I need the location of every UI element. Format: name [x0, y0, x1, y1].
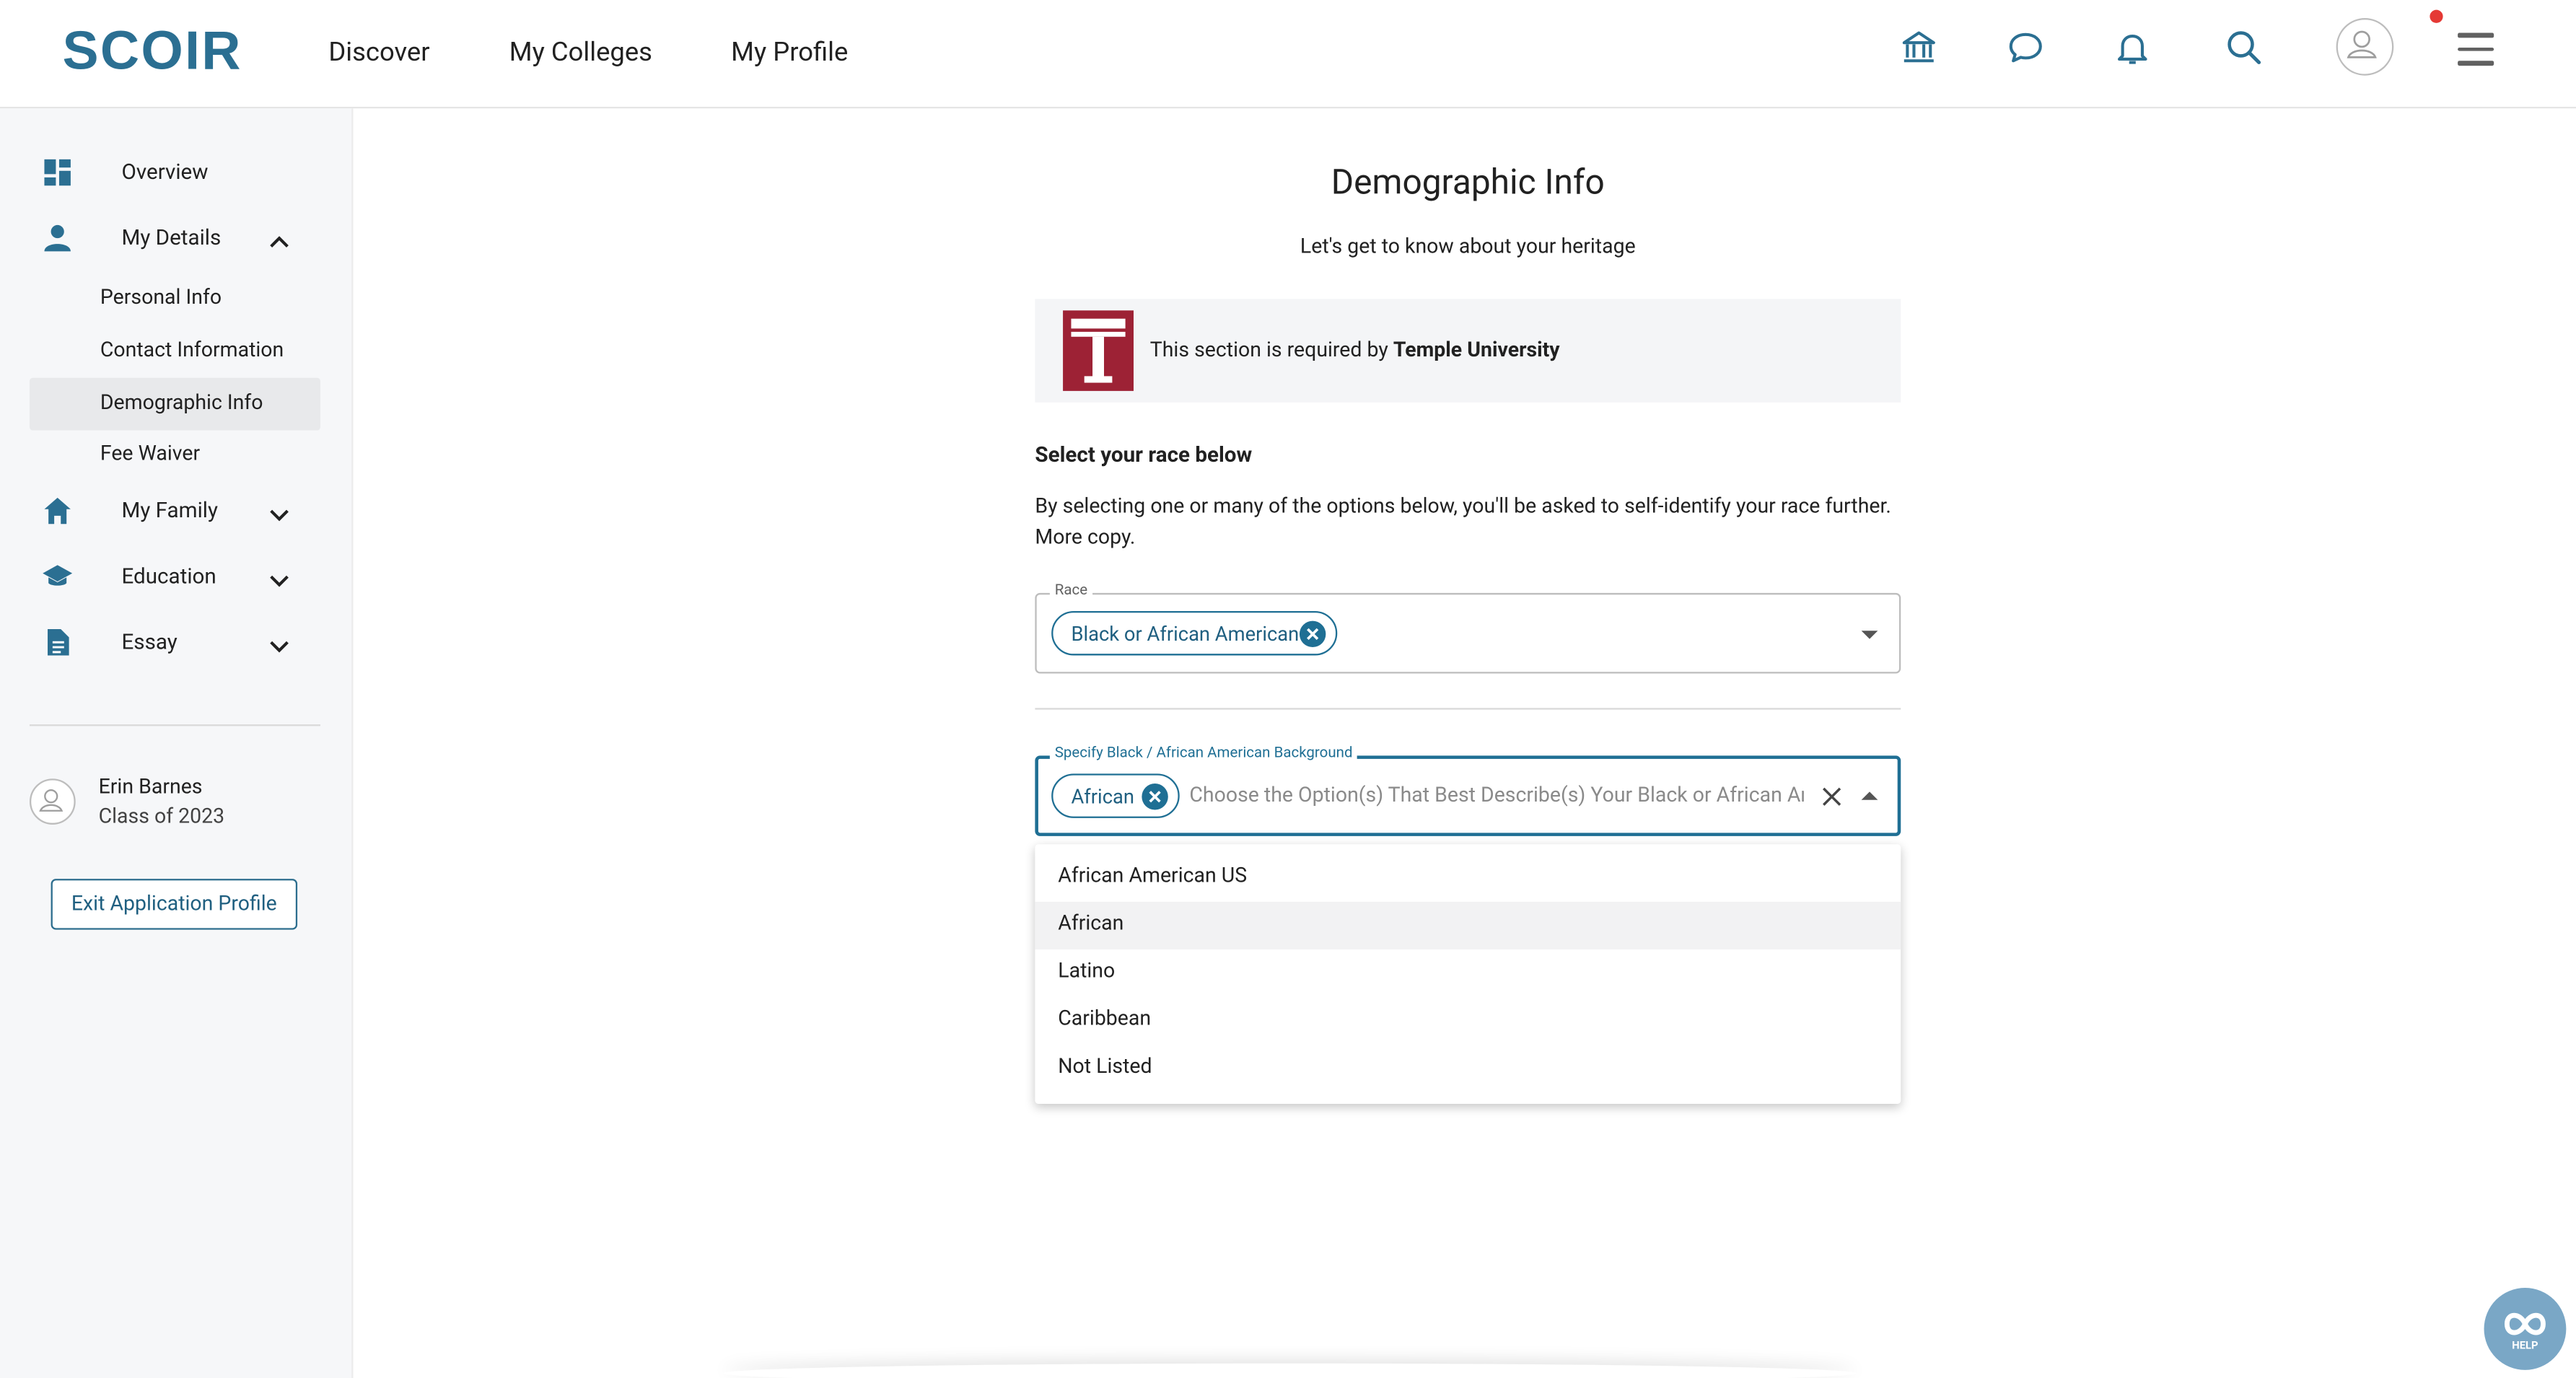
nav-my-profile[interactable]: My Profile: [731, 36, 848, 67]
temple-university-logo: [1063, 310, 1134, 391]
subitem-label: Fee Waiver: [100, 442, 201, 467]
clear-icon[interactable]: [1821, 785, 1844, 808]
option-not-listed[interactable]: Not Listed: [1035, 1045, 1901, 1092]
option-label: Not Listed: [1058, 1054, 1152, 1079]
home-icon: [44, 497, 71, 525]
requirement-text: This section is required by Temple Unive…: [1150, 338, 1560, 363]
nav-discover[interactable]: Discover: [328, 36, 429, 67]
person-icon: [44, 224, 71, 252]
user-class-year: Class of 2023: [98, 804, 225, 830]
bell-icon[interactable]: [2113, 28, 2152, 68]
institution-icon[interactable]: [1899, 28, 1939, 68]
sidebar: Overview My Details Personal Info Contac…: [0, 108, 354, 1378]
requirement-university: Temple University: [1393, 338, 1560, 364]
sidebar-item-label: My Family: [121, 499, 218, 525]
sidebar-item-my-family[interactable]: My Family: [0, 483, 354, 542]
notification-dot: [2430, 9, 2443, 23]
sidebar-item-label: Overview: [121, 161, 209, 186]
chip-label: African: [1071, 785, 1134, 809]
section-heading: Select your race below: [1035, 443, 1253, 468]
page-subtitle: Let's get to know about your heritage: [1300, 234, 1636, 260]
avatar-icon: [2347, 30, 2377, 58]
option-african[interactable]: African: [1035, 901, 1901, 949]
user-avatar: [29, 778, 76, 825]
user-name: Erin Barnes: [98, 775, 203, 800]
option-caribbean[interactable]: Caribbean: [1035, 997, 1901, 1045]
sidebar-subitem-contact-information[interactable]: Contact Information: [30, 325, 320, 378]
sidebar-divider: [29, 724, 320, 727]
background-search-input[interactable]: Choose the Option(s) That Best Describe(…: [1189, 784, 1804, 808]
sidebar-item-my-details[interactable]: My Details: [0, 210, 354, 269]
background-chip[interactable]: African: [1051, 773, 1180, 818]
caret-up-icon[interactable]: [1861, 791, 1878, 800]
sidebar-item-label: Essay: [121, 631, 178, 656]
avatar-icon: [39, 789, 63, 812]
temple-t-icon: [1071, 318, 1126, 383]
option-african-american-us[interactable]: African American US: [1035, 854, 1901, 902]
chip-remove-icon[interactable]: [1299, 620, 1326, 648]
option-label: African: [1058, 911, 1124, 936]
dashboard-icon: [44, 159, 71, 186]
sidebar-item-overview[interactable]: Overview: [0, 144, 354, 203]
background-options-dropdown: African American US African Latino Carib…: [1035, 844, 1901, 1105]
sidebar-item-label: Education: [121, 565, 216, 590]
menu-icon[interactable]: [2458, 32, 2494, 65]
chevron-down-icon[interactable]: [266, 566, 292, 592]
help-label: HELP: [2512, 1338, 2538, 1352]
subitem-label: Contact Information: [100, 338, 284, 364]
sidebar-item-education[interactable]: Education: [0, 548, 354, 607]
option-label: African American US: [1058, 864, 1248, 889]
subitem-label: Demographic Info: [100, 390, 263, 416]
chat-icon[interactable]: [2006, 28, 2046, 68]
sidebar-subitem-demographic-info[interactable]: Demographic Info: [29, 377, 320, 431]
nav-my-colleges[interactable]: My Colleges: [509, 36, 652, 67]
scoir-logo[interactable]: SCOIR: [63, 23, 250, 76]
chip-label: Black or African American: [1071, 622, 1300, 646]
chevron-down-icon[interactable]: [266, 501, 292, 527]
top-navigation-bar: SCOIR Discover My Colleges My Profile: [0, 0, 2576, 109]
section-description: By selecting one or many of the options …: [1035, 494, 1891, 550]
sidebar-subitem-fee-waiver[interactable]: Fee Waiver: [30, 429, 320, 481]
section-divider: [1035, 708, 1901, 710]
help-button[interactable]: HELP: [2484, 1288, 2567, 1370]
sidebar-item-essay[interactable]: Essay: [0, 615, 354, 674]
document-icon: [48, 629, 69, 656]
sidebar-subitem-personal-info[interactable]: Personal Info: [30, 273, 320, 325]
race-chip[interactable]: Black or African American: [1051, 610, 1338, 656]
subitem-label: Personal Info: [100, 286, 222, 311]
bottom-panel-edge: [723, 1364, 1857, 1378]
exit-application-profile-button[interactable]: Exit Application Profile: [51, 879, 298, 930]
svg-text:SCOIR: SCOIR: [63, 23, 242, 76]
caret-down-icon[interactable]: [1861, 631, 1878, 639]
profile-avatar[interactable]: [2336, 18, 2394, 76]
requirement-prefix: This section is required by: [1149, 338, 1393, 364]
search-icon[interactable]: [2225, 28, 2264, 68]
option-latino[interactable]: Latino: [1035, 949, 1901, 997]
chevron-up-icon[interactable]: [266, 228, 292, 254]
option-label: Latino: [1058, 959, 1116, 984]
sidebar-item-label: My Details: [121, 227, 222, 252]
chip-remove-icon[interactable]: [1142, 784, 1168, 810]
background-field-label: Specify Black / African American Backgro…: [1049, 745, 1358, 763]
option-label: Caribbean: [1058, 1006, 1152, 1032]
infinity-icon: [2504, 1312, 2546, 1335]
race-field-label: Race: [1049, 583, 1092, 600]
app-root: SCOIR Discover My Colleges My Profile Ov…: [0, 0, 2576, 1378]
chevron-down-icon[interactable]: [266, 633, 292, 659]
page-title: Demographic Info: [1331, 164, 1605, 204]
school-icon: [43, 565, 73, 586]
